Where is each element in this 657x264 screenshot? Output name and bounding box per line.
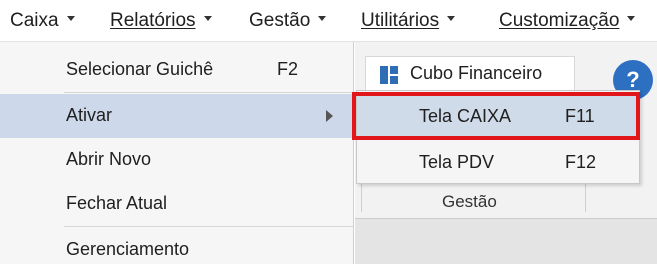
menu-caixa[interactable]: Caixa (10, 9, 75, 33)
menu-item-label: Abrir Novo (66, 149, 152, 169)
ribbon-footer (355, 218, 657, 264)
chevron-down-icon (318, 16, 327, 22)
caixa-dropdown-menu: Selecionar Guichê F2 Ativar Abrir Novo F… (0, 42, 354, 264)
menu-item-shortcut: F2 (277, 59, 299, 79)
chevron-down-icon (447, 16, 456, 22)
submenu-item-shortcut: F12 (565, 152, 597, 172)
chevron-down-icon (66, 16, 75, 22)
menu-customizacao-label: Customização (499, 10, 620, 31)
menu-customizacao[interactable]: Customização (499, 9, 636, 33)
menu-gestao-label: Gestão (249, 10, 311, 31)
menu-item-gerenciamento[interactable]: Gerenciamento (0, 228, 354, 264)
menu-item-selecionar-guiche[interactable]: Selecionar Guichê F2 (0, 48, 354, 92)
menu-relatorios-label: Relatórios (110, 10, 196, 31)
menu-item-ativar[interactable]: Ativar (0, 94, 354, 138)
submenu-item-tela-pdv[interactable]: Tela PDV F12 (357, 139, 639, 183)
menu-relatorios[interactable]: Relatórios (110, 9, 212, 33)
menu-item-label: Ativar (66, 105, 113, 125)
menu-separator (64, 92, 354, 93)
cubo-financeiro-button[interactable]: Cubo Financeiro (365, 56, 575, 92)
menu-utilitarios[interactable]: Utilitários (361, 9, 456, 33)
submenu-arrow-icon (326, 110, 333, 122)
menu-item-fechar-atual[interactable]: Fechar Atual (0, 182, 354, 226)
cube-icon (380, 66, 398, 84)
chevron-down-icon (203, 16, 212, 22)
menu-caixa-label: Caixa (10, 10, 59, 31)
menu-separator (64, 226, 354, 227)
menu-item-label: Gerenciamento (66, 239, 190, 259)
menu-item-abrir-novo[interactable]: Abrir Novo (0, 138, 354, 182)
highlight-box (352, 92, 640, 140)
submenu-item-label: Tela PDV (419, 152, 495, 172)
cubo-financeiro-label: Cubo Financeiro (410, 63, 543, 83)
chevron-down-icon (627, 16, 636, 22)
menu-utilitarios-label: Utilitários (361, 10, 440, 31)
ribbon-group-label: Gestão (442, 192, 497, 211)
menu-item-label: Fechar Atual (66, 193, 168, 213)
menu-gestao[interactable]: Gestão (249, 9, 327, 33)
menu-item-label: Selecionar Guichê (66, 59, 214, 79)
menu-bar: Caixa Relatórios Gestão Utilitários Cust… (0, 0, 657, 42)
